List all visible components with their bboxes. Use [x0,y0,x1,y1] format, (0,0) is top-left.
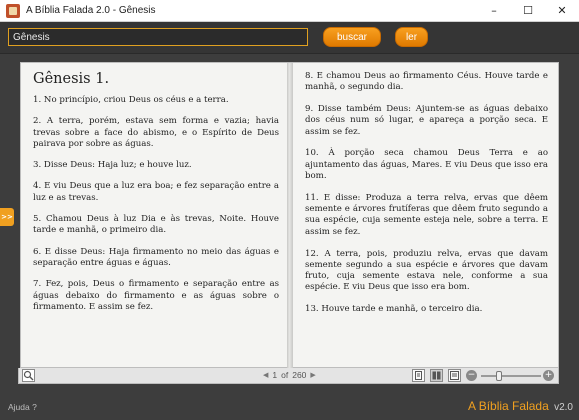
left-page: Gênesis 1. 1. No princípio, criou Deus o… [21,63,289,369]
verse: 3. Disse Deus: Haja luz; e houve luz. [33,160,192,171]
help-link[interactable]: Ajuda ? [8,402,37,412]
window-title: A Bíblia Falada 2.0 - Gênesis [26,5,156,16]
chapter-title: Gênesis 1. [33,71,110,87]
verse: 11. E disse: Produza a terra relva, erva… [305,192,548,237]
brand-version: v2.0 [554,402,573,413]
maximize-button[interactable]: ☐ [511,0,545,22]
search-button[interactable]: buscar [323,27,381,47]
verse: 5. Chamou Deus à luz Dia e às trevas, No… [33,214,279,236]
single-page-view-button[interactable] [412,369,425,382]
two-page-icon [432,371,441,380]
title-bar: A Bíblia Falada 2.0 - Gênesis – ☐ ✕ [0,0,579,22]
verse: 12. A terra, pois, produziu relva, ervas… [305,248,548,293]
read-button[interactable]: ler [395,27,428,47]
two-page-view-button[interactable] [430,369,443,382]
scroll-view-icon [450,371,459,380]
search-toolbar: buscar ler [0,22,579,54]
previous-page-icon[interactable]: ◀ [263,371,268,379]
verse: 2. A terra, porém, estava sem forma e va… [33,116,279,149]
page-of-label: of [281,370,289,380]
next-page-icon[interactable]: ▶ [310,371,315,379]
expand-panel-tab[interactable]: >> [0,208,14,226]
brand-logo: A Bíblia Falada v2.0 [468,399,573,413]
total-pages: 260 [292,370,307,380]
verse: 13. Houve tarde e manhã, o terceiro dia. [305,304,483,315]
brand-name: A Bíblia Falada [468,399,549,413]
current-page: 1 [272,370,278,380]
verse: 7. Fez, pois, Deus o firmamento e separa… [33,279,279,312]
verse: 9. Disse também Deus: Ajuntem-se as água… [305,104,548,137]
app-book-icon [6,3,20,18]
zoom-out-button[interactable]: − [466,370,477,381]
book-view: Gênesis 1. 1. No princípio, criou Deus o… [20,62,560,369]
minimize-button[interactable]: – [477,0,511,22]
zoom-slider-track[interactable] [481,375,541,377]
footer: Ajuda ? A Bíblia Falada v2.0 [0,396,579,420]
close-button[interactable]: ✕ [545,0,579,22]
zoom-in-button[interactable]: + [543,370,554,381]
reader-toolbar: ◀ 1 of 260 ▶ − + [18,368,559,384]
page-navigator: ◀ 1 of 260 ▶ [263,370,316,380]
verse: 1. No princípio, criou Deus os céus e a … [33,95,229,105]
right-page: 8. E chamou Deus ao firmamento Céus. Hou… [293,63,560,369]
verse: 10. À porção seca chamou Deus Terra e ao… [305,148,548,182]
zoom-slider-thumb[interactable] [496,371,502,381]
verse: 6. E disse Deus: Haja firmamento no meio… [33,246,279,268]
verse: 8. E chamou Deus ao firmamento Céus. Hou… [305,71,548,93]
scroll-view-button[interactable] [448,369,461,382]
search-input[interactable] [8,28,308,46]
magnifier-icon[interactable] [22,369,35,382]
verse: 4. E viu Deus que a luz era boa; e fez s… [33,181,279,203]
single-page-icon [415,371,422,380]
